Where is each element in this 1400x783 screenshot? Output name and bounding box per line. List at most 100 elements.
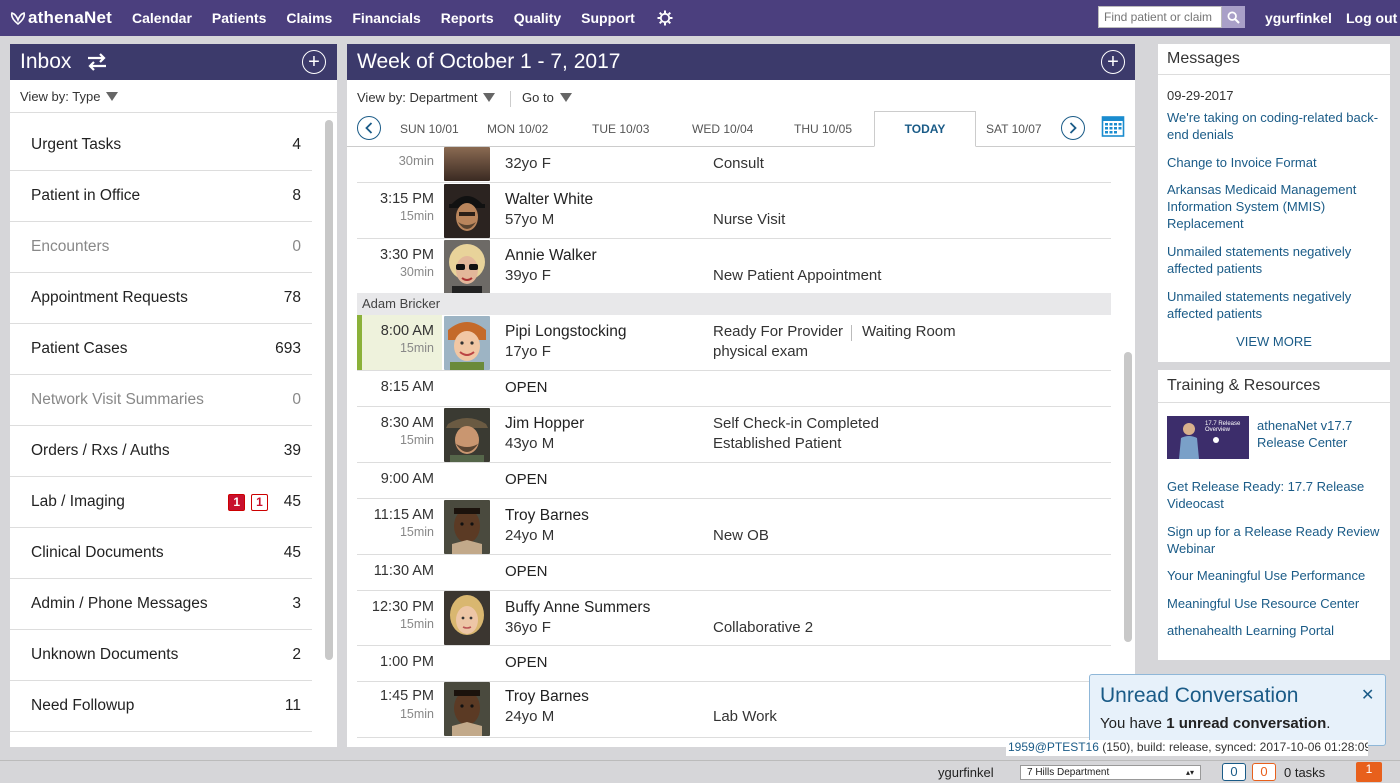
select-arrows-icon: ▴▾ (1185, 768, 1194, 777)
nav-claims[interactable]: Claims (286, 10, 332, 26)
day-tabs: SUN 10/01 MON 10/02 TUE 10/03 WED 10/04 … (347, 111, 1135, 147)
inbox-item-urgent-tasks[interactable]: Urgent Tasks 4 (10, 120, 312, 171)
message-link[interactable]: Unmailed statements negatively affected … (1167, 243, 1382, 277)
next-week-icon[interactable] (1061, 116, 1085, 140)
appointment-duration: 15min (399, 341, 434, 355)
message-link[interactable]: Unmailed statements negatively affected … (1167, 288, 1382, 322)
appointment-duration: 15min (399, 707, 434, 721)
patient-name-link[interactable]: Pipi Longstocking (505, 323, 627, 341)
search-button[interactable] (1222, 6, 1245, 28)
add-appointment-icon[interactable]: + (1101, 50, 1125, 74)
inbox-item-count: 39 (283, 442, 301, 459)
patient-name-link[interactable]: Jim Hopper (505, 415, 584, 433)
tab-sun[interactable]: SUN 10/01 (400, 122, 459, 136)
close-icon[interactable]: ✕ (1361, 685, 1374, 705)
task-count[interactable]: 0 tasks (1284, 765, 1325, 780)
appointment-time: 3:30 PM (380, 247, 434, 263)
popup-message: You have 1 unread conversation. (1100, 715, 1330, 732)
tab-thu[interactable]: THU 10/05 (794, 122, 852, 136)
nav-support[interactable]: Support (581, 10, 635, 26)
appointment-row[interactable]: 30min 32yo F Consult (357, 147, 1111, 183)
inbox-item-lab-imaging[interactable]: Lab / Imaging 1 1 45 (10, 477, 312, 528)
open-slot-row[interactable]: 1:00 PM OPEN (357, 646, 1111, 682)
username-menu[interactable]: ygurfinkel (1265, 10, 1332, 26)
department-select[interactable]: 7 Hills Department ▴▾ (1020, 765, 1201, 780)
open-slot-row[interactable]: 9:00 AM OPEN (357, 463, 1111, 499)
alert-count-badge[interactable]: 0 (1252, 763, 1276, 781)
appointment-row[interactable]: 3:30 PM 30min Annie Walker 39yo F New Pa… (357, 239, 1111, 294)
patient-name-link[interactable]: Troy Barnes (505, 507, 589, 525)
appointment-row[interactable]: 8:30 AM 15min Jim Hopper 43yo M Self Che… (357, 407, 1111, 463)
inbox-item-orders[interactable]: Orders / Rxs / Auths 39 (10, 426, 312, 477)
inbox-item-patient-in-office[interactable]: Patient in Office 8 (10, 171, 312, 222)
nav-financials[interactable]: Financials (352, 10, 420, 26)
appointment-row-active[interactable]: 8:00 AM 15min Pipi Longstocking 17yo F R… (357, 315, 1111, 371)
appointment-time: 3:15 PM (380, 191, 434, 207)
nav-calendar[interactable]: Calendar (132, 10, 192, 26)
schedule-viewby-dropdown[interactable]: View by: Department (357, 90, 496, 105)
inbox-item-need-followup[interactable]: Need Followup 11 (10, 681, 312, 732)
patient-name-link[interactable]: Buffy Anne Summers (505, 599, 650, 617)
message-link[interactable]: Change to Invoice Format (1167, 154, 1382, 171)
inbox-viewby-dropdown[interactable]: View by: Type (20, 89, 119, 104)
schedule-scrollbar[interactable] (1124, 352, 1132, 642)
appointment-row[interactable]: 1:45 PM 15min Troy Barnes 24yo M Lab Wor… (357, 682, 1111, 738)
calendar-icon[interactable] (1101, 114, 1125, 138)
appointment-row[interactable]: 11:15 AM 15min Troy Barnes 24yo M New OB (357, 499, 1111, 555)
training-link[interactable]: athenahealth Learning Portal (1167, 622, 1382, 639)
gear-icon[interactable] (657, 10, 673, 26)
build-user-link[interactable]: 1959@PTEST16 (1008, 740, 1099, 754)
inbox-item-label: Patient Cases (31, 340, 128, 357)
training-link[interactable]: Your Meaningful Use Performance (1167, 567, 1382, 584)
patient-name-link[interactable]: Walter White (505, 191, 593, 209)
patient-name-link[interactable]: Troy Barnes (505, 688, 589, 706)
appointment-duration: 30min (398, 153, 434, 168)
training-link[interactable]: Get Release Ready: 17.7 Release Videocas… (1167, 478, 1382, 512)
message-count-badge[interactable]: 0 (1222, 763, 1246, 781)
tab-today[interactable]: TODAY (874, 111, 976, 147)
inbox-item-appointment-requests[interactable]: Appointment Requests 78 (10, 273, 312, 324)
tab-sat[interactable]: SAT 10/07 (986, 122, 1042, 136)
prev-week-icon[interactable] (357, 116, 381, 140)
inbox-item-network-visit-summaries[interactable]: Network Visit Summaries 0 (10, 375, 312, 426)
training-link[interactable]: Meaningful Use Resource Center (1167, 595, 1382, 612)
swap-arrows-icon[interactable] (85, 53, 109, 71)
nav-quality[interactable]: Quality (514, 10, 561, 26)
patient-name-link[interactable]: Annie Walker (505, 247, 597, 265)
inbox-scrollbar[interactable] (325, 120, 333, 660)
inbox-item-admin-phone-messages[interactable]: Admin / Phone Messages 3 (10, 579, 312, 630)
tab-mon[interactable]: MON 10/02 (487, 122, 548, 136)
appointment-status: Self Check-in Completed (713, 415, 879, 432)
open-slot-row[interactable]: 8:15 AM OPEN (357, 371, 1111, 407)
athenanet-logo[interactable]: athenaNet (10, 8, 112, 28)
appointment-duration: 15min (399, 209, 434, 223)
logout-link[interactable]: Log out (1346, 10, 1397, 26)
message-link[interactable]: We're taking on coding-related back-end … (1167, 109, 1382, 143)
nav-reports[interactable]: Reports (441, 10, 494, 26)
message-link[interactable]: Arkansas Medicaid Management Information… (1167, 181, 1382, 232)
inbox-item-unknown-documents[interactable]: Unknown Documents 2 (10, 630, 312, 681)
view-more-link[interactable]: VIEW MORE (1158, 334, 1390, 349)
release-video-thumbnail[interactable]: 17.7 Release Overview (1167, 416, 1249, 459)
notification-badge[interactable]: 1 (1356, 762, 1382, 782)
tab-wed[interactable]: WED 10/04 (692, 122, 753, 136)
inbox-item-patient-cases[interactable]: Patient Cases 693 (10, 324, 312, 375)
open-slot-row[interactable]: 11:30 AM OPEN (357, 555, 1111, 591)
appointment-row[interactable]: 3:15 PM 15min Walter White 57yo M Nurse … (357, 183, 1111, 239)
appointment-row[interactable]: 12:30 PM 15min Buffy Anne Summers 36yo F… (357, 591, 1111, 646)
inbox-item-label: Admin / Phone Messages (31, 595, 208, 612)
nav-patients[interactable]: Patients (212, 10, 266, 26)
patient-search-input[interactable] (1098, 6, 1222, 28)
patient-demographics: 57yo M (505, 211, 555, 228)
release-center-link[interactable]: athenaNet v17.7 Release Center (1257, 417, 1382, 451)
inbox-item-label: Urgent Tasks (31, 136, 122, 153)
inbox-item-count: 3 (292, 595, 301, 612)
goto-dropdown[interactable]: Go to (522, 90, 572, 105)
tab-tue[interactable]: TUE 10/03 (592, 122, 649, 136)
inbox-item-clinical-documents[interactable]: Clinical Documents 45 (10, 528, 312, 579)
add-inbox-icon[interactable]: + (302, 50, 326, 74)
bottom-status-bar: ygurfinkel 7 Hills Department ▴▾ 0 0 0 ta… (0, 760, 1400, 783)
training-link[interactable]: Sign up for a Release Ready Review Webin… (1167, 523, 1382, 557)
inbox-item-encounters[interactable]: Encounters 0 (10, 222, 312, 273)
unread-conversation-popup[interactable]: Unread Conversation ✕ You have 1 unread … (1089, 674, 1386, 746)
